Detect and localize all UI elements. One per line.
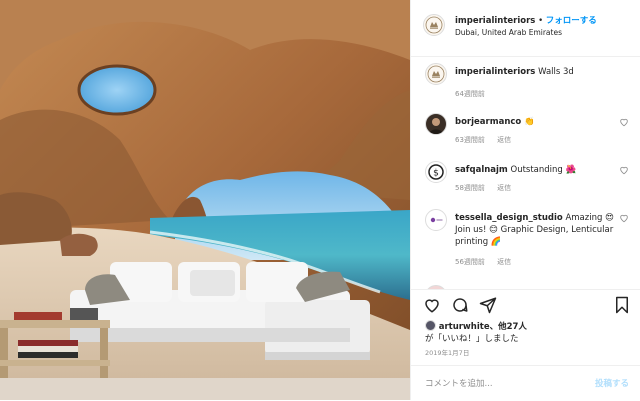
- avatar[interactable]: [425, 63, 447, 85]
- heart-icon[interactable]: [619, 165, 629, 175]
- list-item: $ safqalnajm Outstanding 🌺 58週間前 返信: [425, 161, 635, 201]
- likes-suffix: が「いいね！」しました: [425, 334, 519, 344]
- comment-meta: 58週間前 返信: [455, 183, 521, 193]
- likes-user[interactable]: arturwhite: [439, 322, 490, 332]
- comments-list[interactable]: imperialinteriors Walls 3d 64週間前 borjear…: [411, 57, 640, 289]
- dollar-coin-icon: $: [428, 164, 444, 180]
- avatar[interactable]: $: [425, 161, 447, 183]
- post-image[interactable]: [0, 0, 410, 400]
- comment-meta: 56週間前 返信: [455, 257, 521, 267]
- location-link[interactable]: Dubai, United Arab Emirates: [455, 28, 562, 37]
- post-date[interactable]: 2019年1月7日: [425, 347, 469, 357]
- follow-button[interactable]: フォローする: [546, 16, 597, 26]
- heart-icon[interactable]: [423, 296, 441, 314]
- comment-body: 👏: [523, 117, 535, 127]
- header-line: imperialinteriors • フォローする: [455, 14, 597, 26]
- reply-button[interactable]: 返信: [497, 258, 511, 266]
- caption: imperialinteriors Walls 3d 64週間前: [425, 63, 635, 103]
- avatar[interactable]: [425, 320, 436, 331]
- svg-text:$: $: [433, 169, 439, 179]
- list-item: borjearmanco 👏 63週間前 返信: [425, 113, 635, 153]
- caption-body: Walls 3d: [538, 67, 574, 77]
- list-item: tessella_design_studio Amazing 😍 Join us…: [425, 209, 635, 279]
- comment-text: borjearmanco 👏: [455, 116, 621, 128]
- post-sidebar: imperialinteriors • フォローする Dubai, United…: [410, 0, 640, 400]
- comment-time[interactable]: 63週間前: [455, 136, 485, 144]
- avatar[interactable]: [425, 209, 447, 231]
- crest-logo-icon: [425, 16, 443, 34]
- user-photo-icon: [429, 118, 443, 134]
- post-button[interactable]: 投稿する: [595, 377, 629, 389]
- caption-username[interactable]: imperialinteriors: [455, 67, 535, 77]
- avatar[interactable]: [423, 14, 445, 36]
- share-icon[interactable]: [479, 296, 497, 314]
- avatar[interactable]: [425, 113, 447, 135]
- comment-text: tessella_design_studio Amazing 😍 Join us…: [455, 212, 621, 248]
- post-header: imperialinteriors • フォローする Dubai, United…: [411, 0, 640, 57]
- comment-text: safqalnajm Outstanding 🌺: [455, 164, 621, 176]
- heart-icon[interactable]: [619, 117, 629, 127]
- heart-icon[interactable]: [619, 213, 629, 223]
- bookmark-icon[interactable]: [613, 296, 631, 314]
- likes-summary: arturwhite、他27人 が「いいね！」しました: [425, 320, 635, 345]
- crest-logo-icon: [427, 65, 445, 83]
- comment-meta: 63週間前 返信: [455, 135, 521, 145]
- reply-button[interactable]: 返信: [497, 184, 511, 192]
- action-bar: [411, 289, 640, 320]
- add-comment-bar: 投稿する: [411, 365, 640, 401]
- comment-input[interactable]: [423, 375, 587, 393]
- comment-username[interactable]: borjearmanco: [455, 117, 521, 127]
- studio-logo-icon: [430, 217, 443, 223]
- comment-time[interactable]: 58週間前: [455, 184, 485, 192]
- caption-text: imperialinteriors Walls 3d: [455, 66, 621, 78]
- comment-icon[interactable]: [451, 296, 469, 314]
- post-dialog: imperialinteriors • フォローする Dubai, United…: [0, 0, 640, 400]
- reply-button[interactable]: 返信: [497, 136, 511, 144]
- caption-time[interactable]: 64週間前: [455, 90, 485, 98]
- comment-username[interactable]: tessella_design_studio: [455, 213, 563, 223]
- caption-meta: 64週間前: [455, 89, 495, 99]
- header-username[interactable]: imperialinteriors: [455, 16, 535, 26]
- comment-body: Outstanding 🌺: [510, 165, 577, 175]
- comment-username[interactable]: safqalnajm: [455, 165, 508, 175]
- likes-others[interactable]: 、他27人: [490, 322, 527, 332]
- header-separator: •: [538, 16, 544, 26]
- comment-time[interactable]: 56週間前: [455, 258, 485, 266]
